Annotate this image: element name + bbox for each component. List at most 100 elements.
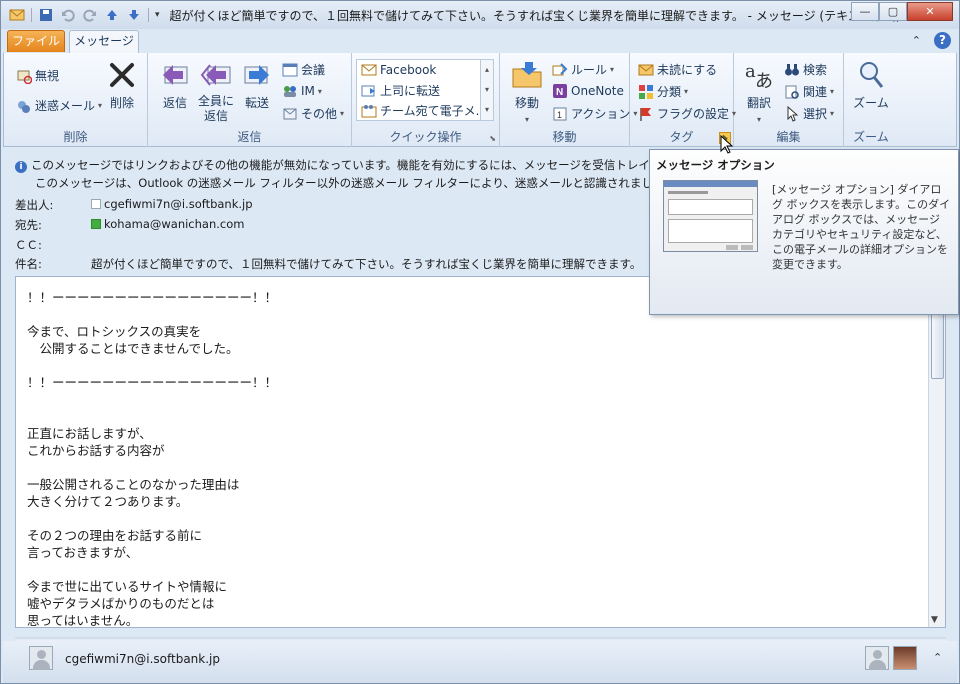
zoom-button[interactable]: ズーム — [852, 59, 890, 111]
quick-steps-launcher-icon[interactable]: ⬊ — [489, 134, 496, 143]
tooltip-description: [メッセージ オプション] ダイアログ ボックスを表示します。このダイアログ ボ… — [772, 183, 951, 271]
ribbon: 無視 迷惑メール ▾ 削除 削除 返信 全員に 返信 転送 会議 IM ▾ その… — [3, 53, 957, 147]
categorize-dropdown-icon[interactable]: ▾ — [684, 87, 688, 96]
actions-button[interactable]: 1 アクション ▾ — [552, 105, 637, 122]
presence-online-icon — [91, 219, 101, 229]
junk-dropdown-icon[interactable]: ▾ — [98, 101, 102, 110]
contact-avatar[interactable] — [865, 646, 889, 670]
junk-button[interactable]: 迷惑メール ▾ — [16, 97, 102, 114]
outlook-envelope-icon — [9, 9, 25, 21]
previous-item-icon[interactable] — [104, 7, 120, 23]
ribbon-group-editing: aあ 翻訳 ▾ 検索 関連 ▾ 選択 ▾ 編集 — [734, 53, 844, 147]
help-icon[interactable]: ? — [934, 32, 951, 49]
ribbon-tabs: ファイル メッセージ ⌃ ? — [1, 29, 959, 53]
subject-label: 件名: — [15, 257, 42, 271]
forward-to-manager-icon — [361, 85, 375, 96]
translate-icon: aあ — [745, 61, 773, 91]
to-value[interactable]: kohama@wanichan.com — [91, 217, 244, 231]
next-item-icon[interactable] — [126, 7, 142, 23]
actions-icon: 1 — [553, 107, 567, 120]
related-dropdown-icon[interactable]: ▾ — [830, 87, 834, 96]
close-button[interactable]: ✕ — [907, 2, 953, 21]
more-icon — [283, 108, 297, 119]
quick-steps-gallery: Facebook 上司に転送 チーム宛て電子メ... ▴ ▾ ▾ — [356, 59, 494, 121]
subject-value: 超が付くほど簡単ですので、１回無料で儲けてみて下さい。そうすれば宝くじ業界を簡単… — [91, 257, 642, 271]
message-line — [16, 357, 945, 374]
rules-dropdown-icon[interactable]: ▾ — [610, 65, 614, 74]
message-line: その２つの理由をお話する前に — [27, 528, 203, 543]
minimize-ribbon-icon[interactable]: ⌃ — [912, 34, 921, 47]
reply-button[interactable]: 返信 — [158, 59, 192, 111]
forward-button[interactable]: 転送 — [240, 59, 274, 111]
customize-qat-dropdown-icon[interactable]: ▾ — [155, 10, 160, 20]
select-button[interactable]: 選択 ▾ — [784, 105, 834, 122]
onenote-button[interactable]: N OneNote — [552, 83, 624, 99]
expand-people-pane-icon[interactable]: ⌃ — [933, 651, 942, 664]
from-label: 差出人: — [15, 198, 54, 212]
message-line: 今まで世に出ているサイトや情報に — [27, 579, 228, 594]
quick-step-facebook[interactable]: Facebook — [361, 62, 436, 78]
message-line: 一般公開されることのなかった理由は — [27, 477, 240, 492]
vertical-scrollbar[interactable]: ▼ — [928, 277, 945, 627]
im-dropdown-icon[interactable]: ▾ — [318, 87, 322, 96]
move-dropdown-icon[interactable]: ▾ — [525, 115, 529, 124]
svg-text:1: 1 — [557, 110, 562, 120]
meeting-button[interactable]: 会議 — [282, 61, 325, 78]
related-button[interactable]: 関連 ▾ — [784, 83, 834, 100]
flag-icon — [640, 107, 651, 121]
more-dropdown-icon[interactable]: ▾ — [340, 109, 344, 118]
message-line: ！！ーーーーーーーーーーーーーーーー！！ — [27, 375, 278, 390]
quick-step-team-email[interactable]: チーム宛て電子メ... — [361, 102, 487, 119]
ignore-icon — [17, 70, 32, 84]
more-respond-button[interactable]: その他 ▾ — [282, 105, 344, 122]
reply-icon — [163, 65, 188, 85]
reply-all-button[interactable]: 全員に 返信 — [196, 59, 236, 124]
tab-message[interactable]: メッセージ — [69, 30, 139, 53]
from-row: 差出人: cgefiwmi7n@i.softbank.jp — [15, 197, 615, 213]
svg-text:N: N — [556, 87, 563, 98]
ribbon-group-move: 移動 ▾ ルール ▾ N OneNote 1 アクション ▾ 移動 — [500, 53, 637, 147]
message-line: 正直にお話しますが、 — [27, 426, 152, 441]
undo-icon[interactable] — [60, 7, 76, 23]
cursor-icon — [787, 105, 799, 122]
reply-all-icon — [200, 64, 231, 86]
quick-steps-scroll[interactable]: ▴ ▾ ▾ — [480, 60, 493, 120]
move-button[interactable]: 移動 ▾ — [508, 59, 546, 125]
ignore-button[interactable]: 無視 — [16, 67, 59, 84]
categorize-button[interactable]: 分類 ▾ — [638, 83, 688, 100]
move-folder-icon — [512, 62, 542, 88]
delete-button[interactable]: 削除 — [104, 59, 140, 111]
message-line: 大きく分けて２つあります。 — [27, 494, 189, 509]
maximize-button[interactable]: ▢ — [879, 2, 907, 21]
forward-icon — [244, 65, 269, 85]
quick-step-icon — [361, 64, 377, 76]
mark-unread-icon — [638, 64, 654, 75]
tab-file[interactable]: ファイル — [7, 30, 65, 52]
message-options-tooltip: メッセージ オプション [メッセージ オプション] ダイアログ ボックスを表示し… — [649, 149, 959, 315]
select-dropdown-icon[interactable]: ▾ — [830, 109, 834, 118]
translate-button[interactable]: aあ 翻訳 ▾ — [740, 59, 778, 125]
quick-access-toolbar: ▾ — [1, 1, 160, 29]
sender-avatar[interactable] — [29, 646, 53, 670]
redo-icon[interactable] — [82, 7, 98, 23]
mark-unread-button[interactable]: 未読にする — [638, 61, 717, 78]
find-button[interactable]: 検索 — [784, 61, 827, 78]
scroll-down-icon[interactable]: ▼ — [931, 615, 938, 625]
ribbon-group-zoom: ズーム ズーム — [844, 53, 898, 147]
people-pane-sender[interactable]: cgefiwmi7n@i.softbank.jp — [65, 652, 220, 666]
from-value[interactable]: cgefiwmi7n@i.softbank.jp — [91, 197, 253, 211]
group-label-respond: 返信 — [237, 130, 262, 144]
follow-up-button[interactable]: フラグの設定 ▾ — [638, 105, 736, 122]
title-bar: ▾ 超が付くほど簡単ですので、１回無料で儲けてみて下さい。そうすれば宝くじ業界を… — [1, 1, 959, 29]
minimize-button[interactable]: — — [851, 2, 879, 21]
cc-label: ＣＣ: — [15, 238, 42, 252]
message-line — [16, 459, 945, 476]
to-row: 宛先: kohama@wanichan.com — [15, 217, 615, 233]
rules-button[interactable]: ルール ▾ — [552, 61, 614, 78]
message-body[interactable]: ！！ーーーーーーーーーーーーーーーー！！ 今まで、ロトシックスの真実を 公開するこ… — [15, 276, 946, 628]
user-photo[interactable] — [893, 646, 917, 670]
quick-step-to-manager[interactable]: 上司に転送 — [361, 82, 440, 99]
im-button[interactable]: IM ▾ — [282, 83, 322, 99]
translate-dropdown-icon[interactable]: ▾ — [757, 115, 761, 124]
save-icon[interactable] — [38, 7, 54, 23]
